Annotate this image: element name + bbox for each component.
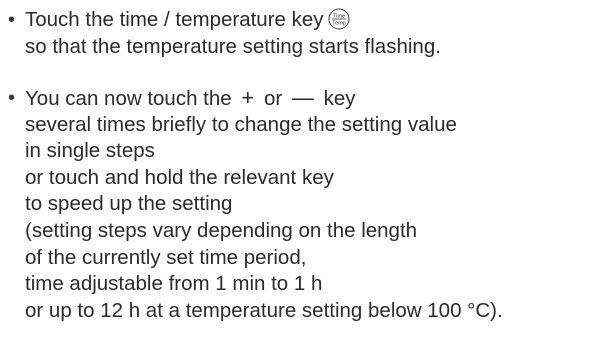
key-bottom-label: Temp (332, 21, 346, 27)
key-top-label: Time (332, 13, 344, 19)
line-text: You can now touch the (25, 87, 232, 110)
plus-key-symbol: + (241, 85, 255, 110)
instruction-line: several times briefly to change the sett… (25, 112, 457, 136)
bullet: • (8, 87, 16, 109)
instruction-line: time adjustable from 1 min to 1 h (25, 272, 323, 296)
instruction-text: You can now touch the + or — key several… (25, 85, 503, 324)
instruction-line: of the currently set time period, (25, 245, 307, 269)
instruction-line: or touch and hold the relevant key (25, 165, 334, 189)
instruction-line: Touch the time / temperature key Time Te… (25, 7, 441, 34)
time-temp-key-icon: Time Temp (328, 8, 350, 30)
instruction-line: or up to 12 h at a temperature setting b… (25, 298, 503, 322)
line-text: key (323, 87, 356, 110)
bullet: • (8, 9, 16, 31)
instruction-line: (setting steps vary depending on the len… (25, 218, 418, 242)
instruction-text: Touch the time / temperature key Time Te… (25, 7, 441, 60)
instruction-line: You can now touch the + or — key (25, 85, 503, 112)
instruction-line: so that the temperature setting starts f… (25, 34, 441, 58)
line-text: or (263, 87, 283, 110)
instruction-line: to speed up the setting (25, 192, 233, 216)
minus-key-symbol: — (291, 85, 314, 110)
instruction-line: in single steps (25, 139, 155, 163)
line-text: Touch the time / temperature key (25, 8, 324, 31)
